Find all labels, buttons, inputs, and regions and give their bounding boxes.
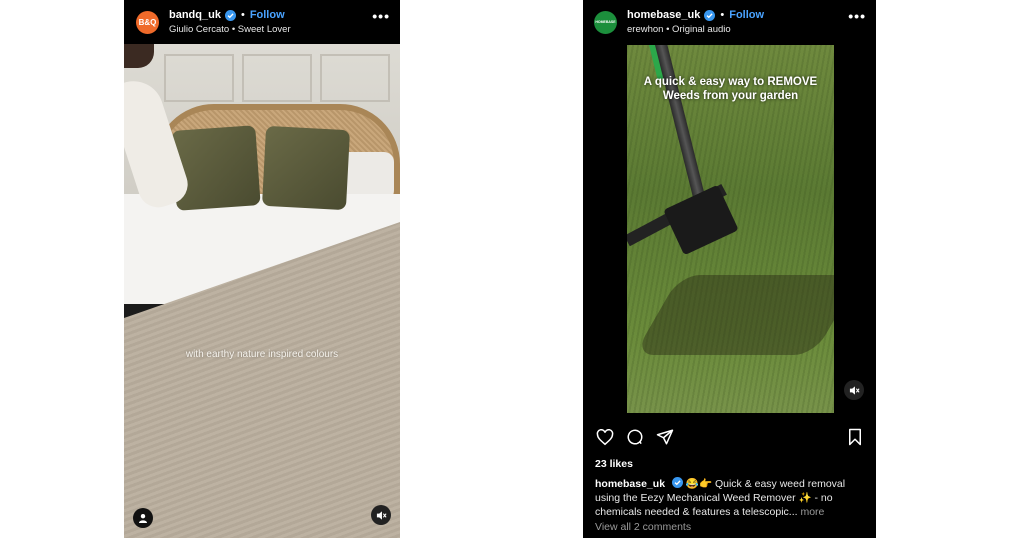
follow-button[interactable]: Follow [729,9,764,21]
follow-button[interactable]: Follow [250,9,285,21]
verified-icon [224,9,236,21]
header-text: homebase_uk • Follow erewhon • Original … [627,9,764,35]
muted-speaker-icon[interactable] [371,505,391,525]
separator: • [720,9,725,21]
heart-icon[interactable] [595,427,615,447]
header-line: bandq_uk • Follow [169,9,291,21]
more-horizontal-icon[interactable]: ••• [848,8,866,24]
video-title-overlay: A quick & easy way to REMOVE Weeds from … [643,76,818,102]
comment-icon[interactable] [625,427,645,447]
audio-subtitle[interactable]: erewhon • Original audio [627,24,764,35]
reel-caption-overlay: with earthy nature inspired colours [185,349,339,360]
green-cushion [261,125,351,211]
post-header: B&Q bandq_uk • Follow Giulio Cercato • S… [124,0,400,44]
sleeve [124,73,193,213]
username[interactable]: bandq_uk [169,9,221,21]
more-horizontal-icon[interactable]: ••• [372,8,390,24]
header-text: bandq_uk • Follow Giulio Cercato • Sweet… [169,9,291,35]
muted-speaker-icon[interactable] [844,380,864,400]
separator: • [240,9,245,21]
caption-more-link[interactable]: more [800,506,824,518]
instagram-comparison: B&Q bandq_uk • Follow Giulio Cercato • S… [0,0,1024,538]
bandq-avatar[interactable]: B&Q [136,10,159,34]
person [124,38,193,213]
reel-video[interactable] [124,38,400,538]
audio-subtitle[interactable]: Giulio Cercato • Sweet Lover [169,24,291,35]
header-line: homebase_uk • Follow [627,9,764,21]
username[interactable]: homebase_uk [627,9,700,21]
view-comments-link[interactable]: View all 2 comments [595,521,691,533]
verified-icon [671,477,683,488]
homebase-avatar[interactable]: HOMEBASE [594,10,617,34]
post-video[interactable]: A quick & easy way to REMOVE Weeds from … [627,45,834,413]
post-caption: homebase_uk 😂👉 Quick & easy weed removal… [595,477,865,519]
wall-panel [242,54,312,102]
bookmark-icon[interactable] [845,427,865,447]
verified-icon [704,9,716,21]
likes-count[interactable]: 23 likes [595,458,633,470]
tagged-user-icon[interactable] [133,508,153,528]
homebase-post: HOMEBASE homebase_uk • Follow erewhon • … [583,0,876,538]
wall-panel [320,54,390,102]
action-bar [595,427,865,447]
post-header: HOMEBASE homebase_uk • Follow erewhon • … [583,0,876,44]
share-icon[interactable] [655,427,675,447]
bandq-reel: B&Q bandq_uk • Follow Giulio Cercato • S… [124,0,400,538]
caption-username[interactable]: homebase_uk [595,478,665,490]
